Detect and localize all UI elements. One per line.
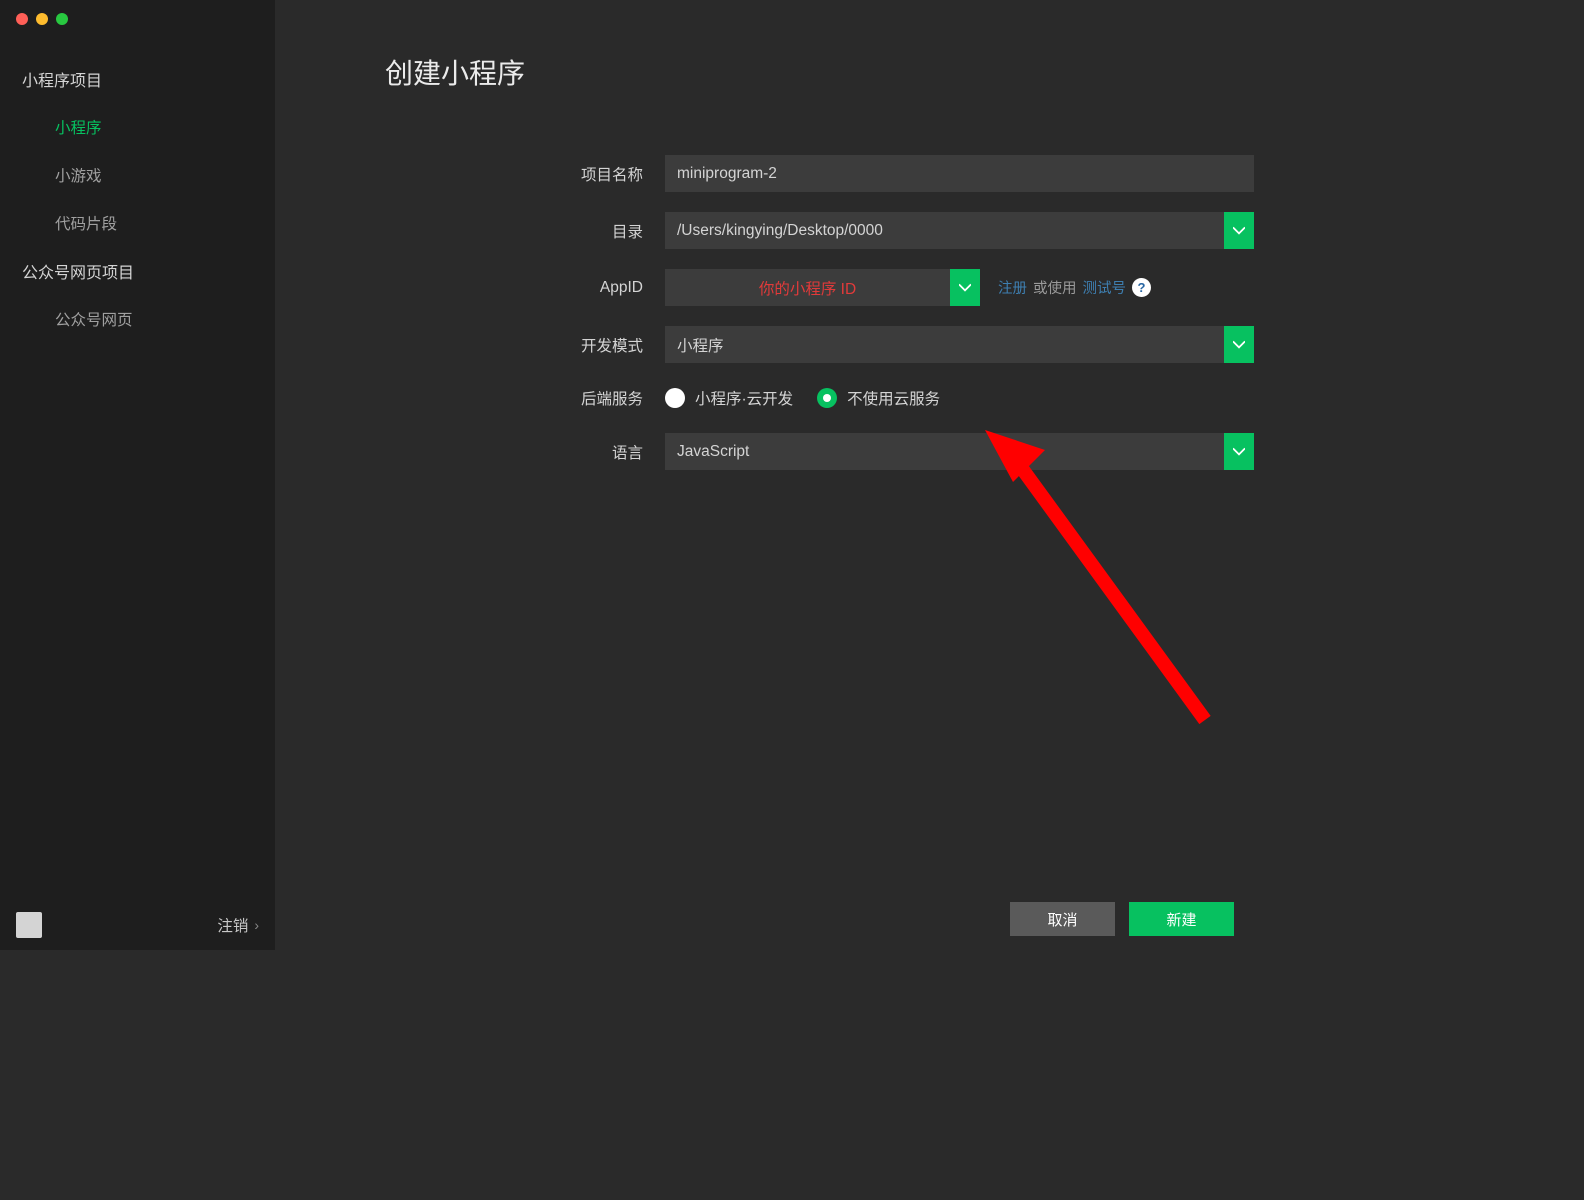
minimize-window-button[interactable] xyxy=(36,13,48,25)
logout-label: 注销 xyxy=(217,914,248,936)
sidebar-group-miniprogram: 小程序项目 xyxy=(0,55,275,103)
label-backend: 后端服务 xyxy=(495,387,665,409)
chevron-down-icon[interactable] xyxy=(950,269,980,306)
label-appid: AppID xyxy=(495,279,665,297)
label-dev-mode: 开发模式 xyxy=(495,334,665,356)
hint-or-use: 或使用 xyxy=(1033,277,1077,298)
main-panel: 创建小程序 项目名称 目录 /Users/kingying/Desktop/00… xyxy=(275,0,1254,950)
appid-hints: 注册 或使用 测试号 ? xyxy=(998,277,1151,298)
cancel-button[interactable]: 取消 xyxy=(1010,902,1115,936)
sidebar-item-official-page[interactable]: 公众号网页 xyxy=(0,295,275,343)
sidebar-group-official: 公众号网页项目 xyxy=(0,247,275,295)
create-button[interactable]: 新建 xyxy=(1129,902,1234,936)
radio-icon xyxy=(665,388,685,408)
footer: 取消 新建 xyxy=(275,888,1254,950)
language-select[interactable]: JavaScript xyxy=(665,433,1254,470)
appid-select[interactable]: 你的小程序 ID xyxy=(665,269,980,306)
label-language: 语言 xyxy=(495,441,665,463)
directory-select[interactable]: /Users/kingying/Desktop/0000 xyxy=(665,212,1254,249)
sidebar: 小程序项目 小程序 小游戏 代码片段 公众号网页项目 公众号网页 注销 › xyxy=(0,0,275,950)
chevron-down-icon[interactable] xyxy=(1224,212,1254,249)
maximize-window-button[interactable] xyxy=(56,13,68,25)
radio-no-cloud[interactable]: 不使用云服务 xyxy=(817,387,940,409)
chevron-right-icon: › xyxy=(254,917,259,933)
dev-mode-value: 小程序 xyxy=(665,326,1224,363)
project-name-input[interactable] xyxy=(665,155,1254,192)
sidebar-item-miniprogram[interactable]: 小程序 xyxy=(0,103,275,151)
chevron-down-icon[interactable] xyxy=(1224,433,1254,470)
label-project-name: 项目名称 xyxy=(495,163,665,185)
close-window-button[interactable] xyxy=(16,13,28,25)
register-link[interactable]: 注册 xyxy=(998,277,1027,298)
help-icon[interactable]: ? xyxy=(1132,278,1151,297)
window-controls xyxy=(16,13,68,25)
directory-value: /Users/kingying/Desktop/0000 xyxy=(665,212,1224,249)
radio-label-nocloud: 不使用云服务 xyxy=(847,387,940,409)
sidebar-item-minigame[interactable]: 小游戏 xyxy=(0,151,275,199)
sidebar-item-snippets[interactable]: 代码片段 xyxy=(0,199,275,247)
radio-label-cloud: 小程序·云开发 xyxy=(695,387,793,409)
avatar[interactable] xyxy=(16,912,42,938)
label-directory: 目录 xyxy=(495,220,665,242)
test-id-link[interactable]: 测试号 xyxy=(1083,277,1127,298)
dev-mode-select[interactable]: 小程序 xyxy=(665,326,1254,363)
page-title: 创建小程序 xyxy=(385,0,1254,110)
radio-cloud-dev[interactable]: 小程序·云开发 xyxy=(665,387,793,409)
chevron-down-icon[interactable] xyxy=(1224,326,1254,363)
appid-placeholder: 你的小程序 ID xyxy=(665,269,950,306)
radio-icon-selected xyxy=(817,388,837,408)
language-value: JavaScript xyxy=(665,433,1224,470)
logout-button[interactable]: 注销 › xyxy=(217,914,259,936)
